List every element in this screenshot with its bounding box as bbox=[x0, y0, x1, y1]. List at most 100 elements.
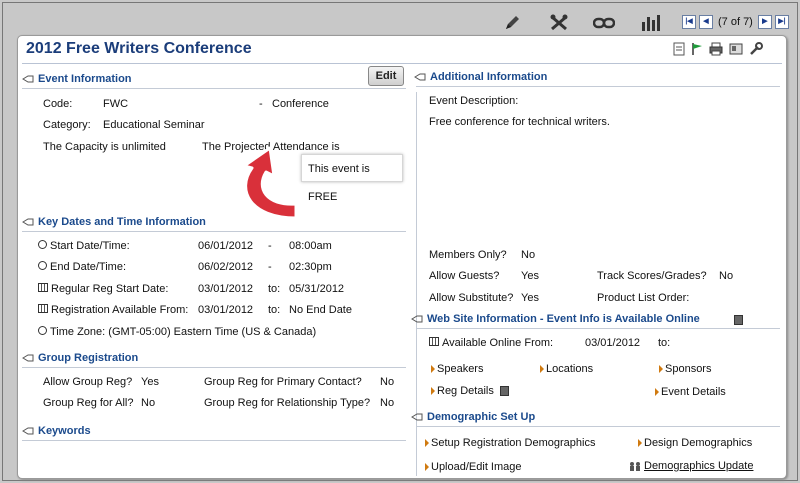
track-scores-label: Track Scores/Grades? bbox=[597, 270, 707, 282]
collapse-icon bbox=[414, 73, 426, 80]
reg-available-to: to: bbox=[268, 304, 281, 316]
demographics-update-link[interactable]: Demographics Update bbox=[628, 460, 753, 472]
book-icon[interactable] bbox=[734, 315, 743, 325]
arrow-icon bbox=[659, 365, 663, 373]
flag-icon[interactable] bbox=[691, 42, 703, 56]
wrench-icon[interactable] bbox=[749, 42, 763, 56]
design-demographics-link[interactable]: Design Demographics bbox=[638, 437, 752, 449]
arrow-icon bbox=[638, 439, 642, 447]
event-panel: 2012 Free Writers Conference Event Infor… bbox=[17, 35, 787, 479]
divider bbox=[22, 367, 406, 368]
window-frame: |◀ ◀ (7 of 7) ▶ ▶| 2012 Free Writers Con… bbox=[2, 2, 798, 481]
book-icon bbox=[499, 386, 509, 396]
section-group-registration[interactable]: Group Registration bbox=[22, 352, 138, 364]
timezone-text: Time Zone: (GMT-05:00) Eastern Time (US … bbox=[38, 326, 316, 338]
track-scores-value: No bbox=[719, 270, 734, 282]
relationship-type-value: No bbox=[380, 397, 395, 409]
clock-icon bbox=[38, 240, 47, 249]
sponsors-link[interactable]: Sponsors bbox=[659, 363, 711, 375]
section-heading: Demographic Set Up bbox=[427, 411, 536, 423]
end-dash: - bbox=[268, 261, 272, 273]
edit-button[interactable]: Edit bbox=[368, 66, 404, 86]
record-navigator: |◀ ◀ (7 of 7) ▶ ▶| bbox=[682, 15, 789, 29]
calendar-icon bbox=[38, 283, 48, 292]
allow-guests-value: Yes bbox=[521, 270, 539, 282]
allow-substitute-value: Yes bbox=[521, 292, 539, 304]
arrow-icon bbox=[431, 387, 435, 395]
divider bbox=[22, 88, 406, 89]
group-reg-all-value: No bbox=[141, 397, 156, 409]
category-value: Educational Seminar bbox=[103, 119, 205, 131]
available-online-date: 03/01/2012 bbox=[585, 337, 641, 349]
group-reg-all-label: Group Reg for All? bbox=[43, 397, 134, 409]
id-card-icon[interactable] bbox=[729, 43, 743, 55]
section-heading: Web Site Information - Event Info is Ava… bbox=[427, 313, 700, 325]
callout-arrow-icon bbox=[242, 146, 298, 220]
people-icon bbox=[630, 462, 640, 471]
record-position: (7 of 7) bbox=[718, 16, 753, 28]
document-icon[interactable] bbox=[673, 42, 685, 56]
section-keywords[interactable]: Keywords bbox=[22, 425, 91, 437]
next-record-button[interactable]: ▶ bbox=[757, 15, 772, 29]
first-record-button[interactable]: |◀ bbox=[682, 15, 696, 29]
reg-available-date: 03/01/2012 bbox=[198, 304, 254, 316]
arrow-icon bbox=[425, 439, 429, 447]
event-description-label: Event Description: bbox=[429, 95, 519, 107]
arrow-icon bbox=[540, 365, 544, 373]
relationship-type-label: Group Reg for Relationship Type? bbox=[204, 397, 371, 409]
printer-icon[interactable] bbox=[709, 42, 723, 56]
reg-available-label: Registration Available From: bbox=[38, 304, 188, 316]
members-only-label: Members Only? bbox=[429, 249, 507, 261]
collapse-icon bbox=[22, 354, 34, 361]
start-datetime-label: Start Date/Time: bbox=[38, 240, 130, 252]
last-record-button[interactable]: ▶| bbox=[774, 15, 789, 29]
section-heading: Keywords bbox=[38, 425, 91, 437]
link-icon[interactable] bbox=[593, 13, 615, 33]
allow-group-reg-label: Allow Group Reg? bbox=[43, 376, 133, 388]
section-heading: Group Registration bbox=[38, 352, 139, 364]
clock-icon bbox=[38, 261, 47, 270]
allow-group-reg-value: Yes bbox=[141, 376, 159, 388]
type-value: Conference bbox=[272, 98, 329, 110]
previous-record-button[interactable]: ◀ bbox=[699, 15, 713, 29]
reg-details-link[interactable]: Reg Details bbox=[431, 385, 509, 397]
section-event-information[interactable]: Event Information bbox=[22, 73, 132, 85]
tools-icon[interactable] bbox=[548, 13, 570, 33]
divider bbox=[416, 86, 780, 87]
category-label: Category: bbox=[43, 119, 91, 131]
arrow-icon bbox=[655, 388, 659, 396]
event-details-link[interactable]: Event Details bbox=[655, 386, 726, 398]
end-date: 06/02/2012 bbox=[198, 261, 254, 273]
reg-start-date: 03/01/2012 bbox=[198, 283, 254, 295]
start-dash: - bbox=[268, 240, 272, 252]
available-online-to: to: bbox=[658, 337, 671, 349]
arrow-icon bbox=[431, 365, 435, 373]
start-date: 06/01/2012 bbox=[198, 240, 254, 252]
collapse-icon bbox=[411, 315, 423, 322]
section-additional-information[interactable]: Additional Information bbox=[414, 71, 547, 83]
chart-icon[interactable] bbox=[640, 13, 662, 33]
title-actions bbox=[673, 42, 763, 56]
pencil-icon[interactable] bbox=[501, 13, 523, 33]
section-heading: Key Dates and Time Information bbox=[38, 216, 206, 228]
upload-edit-image-link[interactable]: Upload/Edit Image bbox=[425, 461, 522, 473]
locations-link[interactable]: Locations bbox=[540, 363, 593, 375]
event-description-value: Free conference for technical writers. bbox=[429, 116, 610, 128]
page-title: 2012 Free Writers Conference bbox=[26, 40, 252, 57]
primary-contact-value: No bbox=[380, 376, 395, 388]
section-demographic-setup[interactable]: Demographic Set Up bbox=[411, 411, 535, 423]
available-online-label: Available Online From: bbox=[429, 337, 553, 349]
calendar-icon bbox=[38, 304, 48, 313]
speakers-link[interactable]: Speakers bbox=[431, 363, 483, 375]
section-key-dates[interactable]: Key Dates and Time Information bbox=[22, 216, 206, 228]
setup-registration-demographics-link[interactable]: Setup Registration Demographics bbox=[425, 437, 595, 449]
divider bbox=[416, 328, 780, 329]
divider bbox=[416, 426, 780, 427]
reg-start-end: 05/31/2012 bbox=[289, 283, 345, 295]
free-event-callout: This event is FREE bbox=[301, 154, 403, 203]
divider bbox=[22, 440, 406, 441]
code-label: Code: bbox=[43, 98, 73, 110]
divider bbox=[22, 231, 406, 232]
section-website-information[interactable]: Web Site Information - Event Info is Ava… bbox=[411, 313, 700, 325]
collapse-icon bbox=[22, 75, 34, 82]
